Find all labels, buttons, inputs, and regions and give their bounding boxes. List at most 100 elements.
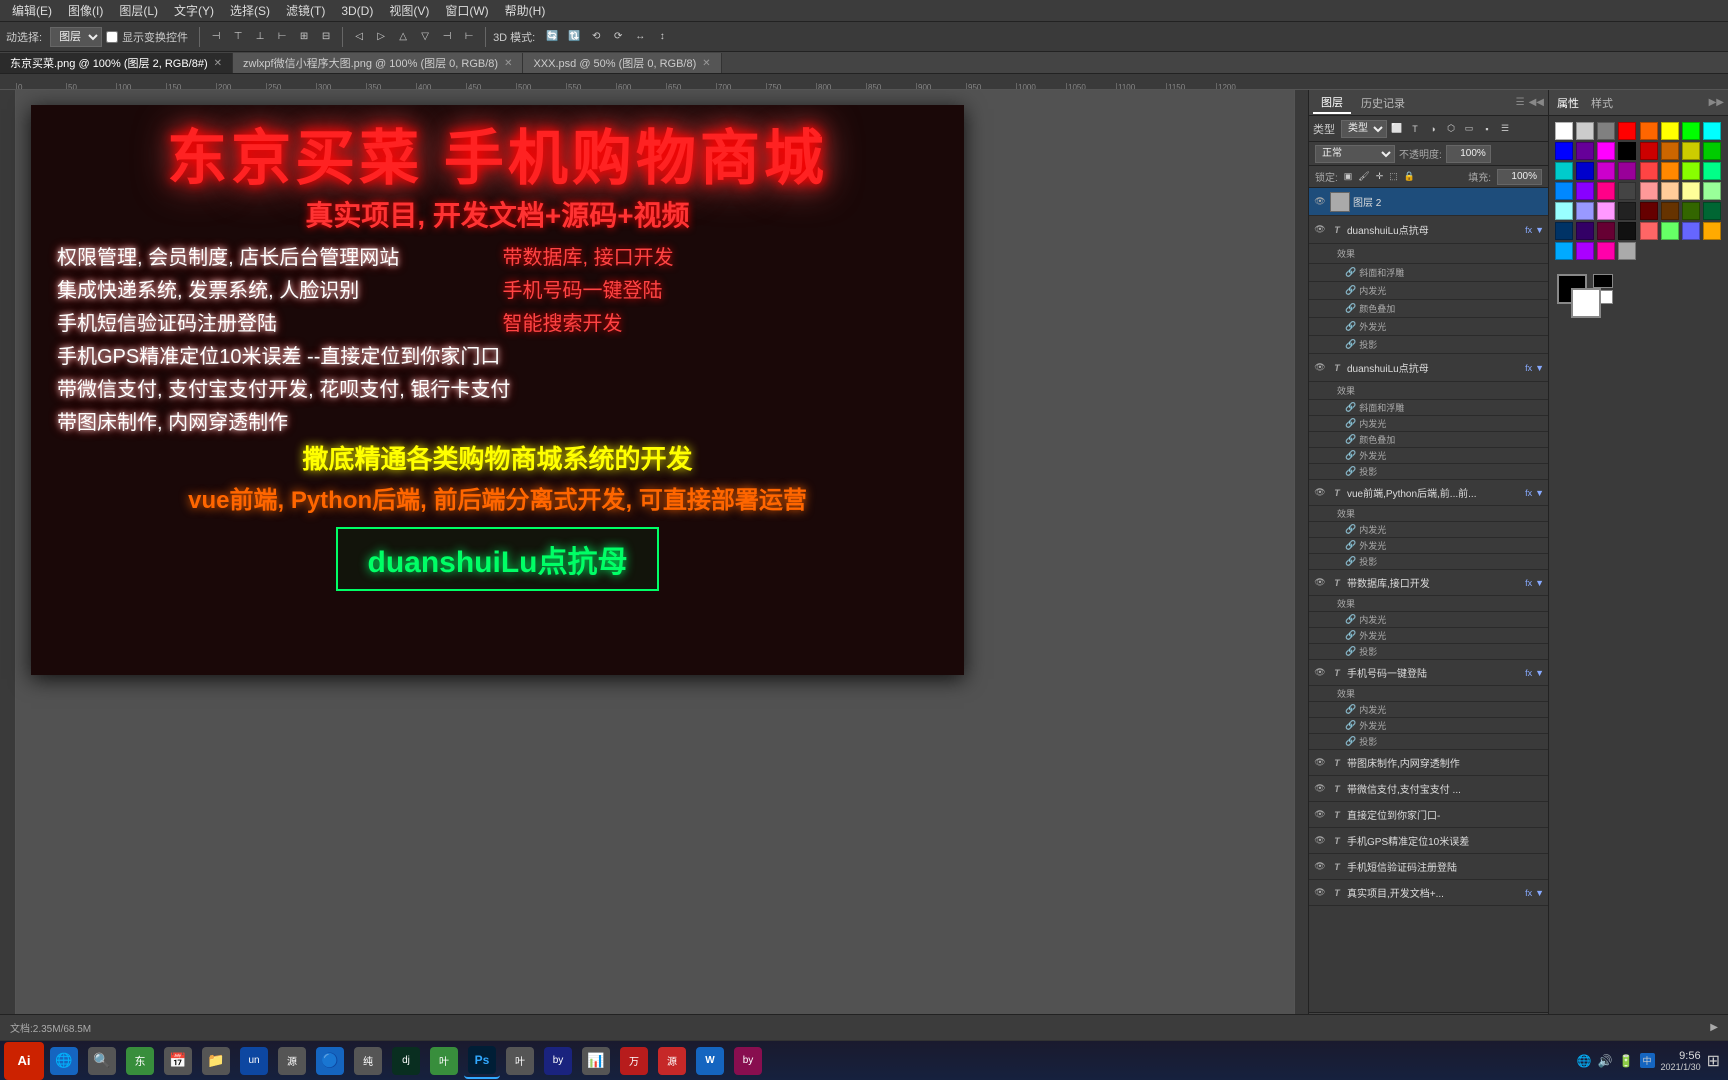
swatch-v2[interactable] (1661, 222, 1679, 240)
swatch-r4[interactable] (1703, 142, 1721, 160)
background-color[interactable] (1571, 288, 1601, 318)
menu-image[interactable]: 图像(I) (60, 2, 111, 19)
dsl1-fx[interactable]: fx (1525, 225, 1532, 235)
canvas-area[interactable]: 东京买菜 手机购物商城 真实项目, 开发文档+源码+视频 权限管理, 会员制度,… (0, 90, 1308, 1040)
layer-item-vue[interactable]: 👁 T vue前端,Python后端,前...前... fx ▼ (1309, 480, 1548, 506)
tab-1[interactable]: zwlxpf微信小程序大图.png @ 100% (图层 0, RGB/8) ✕ (233, 53, 523, 73)
3d-icon1[interactable]: 🔄 (543, 28, 561, 46)
gps-eye[interactable]: 👁 (1313, 808, 1327, 822)
menu-3d[interactable]: 3D(D) (333, 4, 381, 18)
lock-position-icon[interactable]: ✛ (1376, 171, 1384, 182)
swatch-s8[interactable] (1618, 182, 1636, 200)
taskbar-blue[interactable]: 🔵 (312, 1043, 348, 1079)
taskbar-pure[interactable]: 纯 (350, 1043, 386, 1079)
swatch-ltgray[interactable] (1576, 122, 1594, 140)
taskbar-wan[interactable]: 万 (616, 1043, 652, 1079)
gps2-eye[interactable]: 👁 (1313, 834, 1327, 848)
kind-text-icon[interactable]: T (1407, 121, 1423, 137)
swatch-u4[interactable] (1703, 202, 1721, 220)
swatch-t2[interactable] (1661, 182, 1679, 200)
fill-input[interactable] (1497, 169, 1542, 185)
foreground-color[interactable] (1557, 274, 1587, 304)
swatch-s5[interactable] (1555, 182, 1573, 200)
vertical-scrollbar[interactable] (1294, 90, 1308, 1026)
swatch-black[interactable] (1618, 142, 1636, 160)
dist-right[interactable]: △ (394, 28, 412, 46)
swatch-u3[interactable] (1682, 202, 1700, 220)
swatch-t7[interactable] (1597, 202, 1615, 220)
swatch-t4[interactable] (1703, 182, 1721, 200)
kind-all-icon[interactable]: ⬜ (1389, 121, 1405, 137)
swatch-r6[interactable] (1576, 162, 1594, 180)
kind-pixel-icon[interactable]: ▪ (1479, 121, 1495, 137)
swatch-s3[interactable] (1682, 162, 1700, 180)
swatch-r3[interactable] (1682, 142, 1700, 160)
align-left[interactable]: ⊢ (273, 28, 291, 46)
swatch-pink[interactable] (1597, 142, 1615, 160)
lock-all-icon[interactable]: 🔒 (1404, 171, 1415, 182)
swatch-r1[interactable] (1640, 142, 1658, 160)
swatch-s7[interactable] (1597, 182, 1615, 200)
layer-item-wechat[interactable]: 👁 T 带微信支付,支付宝支付 ... (1309, 776, 1548, 802)
real-expand[interactable]: ▼ (1535, 888, 1544, 898)
tab-1-close[interactable]: ✕ (504, 58, 512, 69)
dist-top[interactable]: ▽ (416, 28, 434, 46)
dsl2-fx[interactable]: fx (1525, 363, 1532, 373)
tab-0[interactable]: 东京买菜.png @ 100% (图层 2, RGB/8#) ✕ (0, 53, 233, 73)
show-controls-checkbox[interactable] (106, 31, 118, 43)
phone-expand[interactable]: ▼ (1535, 668, 1544, 678)
dist-left[interactable]: ◁ (350, 28, 368, 46)
3d-icon5[interactable]: ↔ (631, 28, 649, 46)
lock-transparency-icon[interactable]: ▣ (1344, 171, 1353, 182)
swatch-s6[interactable] (1576, 182, 1594, 200)
taskbar-ps[interactable]: Ps (464, 1043, 500, 1079)
swatch-u6[interactable] (1576, 222, 1594, 240)
swatch-r5[interactable] (1555, 162, 1573, 180)
taskbar-src[interactable]: 源 (274, 1043, 310, 1079)
layer-item-imgbed[interactable]: 👁 T 带图床制作,内网穿透制作 (1309, 750, 1548, 776)
props-tab-style[interactable]: 样式 (1587, 93, 1617, 113)
tab-2-close[interactable]: ✕ (702, 58, 710, 69)
fg-swatch[interactable] (1593, 274, 1613, 288)
kind-smart-icon[interactable]: ⬡ (1443, 121, 1459, 137)
swatch-yellow[interactable] (1661, 122, 1679, 140)
taskbar-srcred[interactable]: 源 (654, 1043, 690, 1079)
swatch-t8[interactable] (1618, 202, 1636, 220)
db-expand[interactable]: ▼ (1535, 578, 1544, 588)
dsl1-eye[interactable]: 👁 (1313, 223, 1327, 237)
taskbar-files[interactable]: 📁 (198, 1043, 234, 1079)
layers-tab[interactable]: 图层 (1313, 92, 1351, 114)
dsl2-eye[interactable]: 👁 (1313, 361, 1327, 375)
align-right[interactable]: ⊟ (317, 28, 335, 46)
swatch-v5[interactable] (1555, 242, 1573, 260)
swatch-v4[interactable] (1703, 222, 1721, 240)
3d-icon6[interactable]: ↕ (653, 28, 671, 46)
taskbar-search[interactable]: 🔍 (84, 1043, 120, 1079)
3d-icon4[interactable]: ⟳ (609, 28, 627, 46)
dsl2-expand[interactable]: ▼ (1535, 363, 1544, 373)
history-tab[interactable]: 历史记录 (1353, 93, 1413, 113)
swatch-red[interactable] (1618, 122, 1636, 140)
align-vcenter[interactable]: ⊤ (229, 28, 247, 46)
db-fx[interactable]: fx (1525, 578, 1532, 588)
swatch-white[interactable] (1555, 122, 1573, 140)
taskbar-leaf2[interactable]: 叶 (502, 1043, 538, 1079)
dist-bottom[interactable]: ⊢ (460, 28, 478, 46)
real-fx[interactable]: fx (1525, 888, 1532, 898)
3d-icon2[interactable]: 🔃 (565, 28, 583, 46)
layer-item-gps2[interactable]: 👁 T 手机GPS精准定位10米误差 (1309, 828, 1548, 854)
layer-item-real[interactable]: 👁 T 真实项目,开发文档+... fx ▼ (1309, 880, 1548, 906)
swatch-t3[interactable] (1682, 182, 1700, 200)
props-tab-properties[interactable]: 属性 (1553, 93, 1583, 113)
taskbar-by[interactable]: by (540, 1043, 576, 1079)
phone-fx[interactable]: fx (1525, 668, 1532, 678)
dsl1-expand[interactable]: ▼ (1535, 225, 1544, 235)
menu-help[interactable]: 帮助(H) (497, 2, 554, 19)
layer-item-gps[interactable]: 👁 T 直接定位到你家门口- (1309, 802, 1548, 828)
opacity-input[interactable] (1446, 145, 1491, 163)
tab-0-close[interactable]: ✕ (214, 58, 222, 69)
swatch-r2[interactable] (1661, 142, 1679, 160)
layer-item-db[interactable]: 👁 T 带数据库,接口开发 fx ▼ (1309, 570, 1548, 596)
swatch-v8[interactable] (1618, 242, 1636, 260)
swatch-v6[interactable] (1576, 242, 1594, 260)
